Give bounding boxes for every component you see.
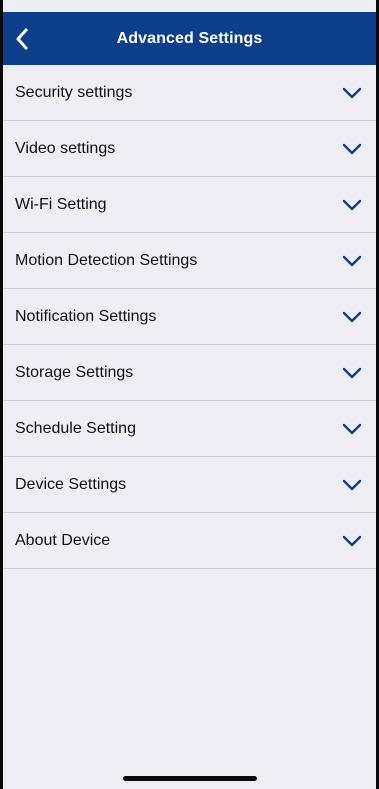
settings-row-label: Notification Settings — [15, 307, 157, 325]
page-title: Advanced Settings — [116, 29, 263, 47]
back-button[interactable] — [15, 12, 59, 65]
chevron-down-icon[interactable] — [340, 197, 364, 213]
settings-row-label: Wi-Fi Setting — [15, 195, 107, 213]
settings-row-label: Motion Detection Settings — [15, 251, 198, 269]
settings-row-label: Storage Settings — [15, 363, 134, 381]
chevron-down-icon[interactable] — [340, 477, 364, 493]
settings-row-label: Video settings — [15, 139, 116, 157]
settings-row-label: About Device — [15, 531, 111, 549]
chevron-down-icon[interactable] — [340, 421, 364, 437]
settings-list: Security settings Video settings Wi-Fi S… — [3, 65, 376, 569]
chevron-down-icon[interactable] — [340, 533, 364, 549]
settings-row-label: Security settings — [15, 83, 133, 101]
settings-row-schedule[interactable]: Schedule Setting — [3, 401, 376, 457]
settings-row-device[interactable]: Device Settings — [3, 457, 376, 513]
chevron-down-icon[interactable] — [340, 253, 364, 269]
nav-header: Advanced Settings — [3, 12, 376, 65]
settings-row-notification[interactable]: Notification Settings — [3, 289, 376, 345]
settings-row-label: Schedule Setting — [15, 419, 136, 437]
settings-row-video[interactable]: Video settings — [3, 121, 376, 177]
settings-row-wifi[interactable]: Wi-Fi Setting — [3, 177, 376, 233]
chevron-down-icon[interactable] — [340, 365, 364, 381]
home-indicator[interactable] — [122, 776, 257, 781]
settings-row-about-device[interactable]: About Device — [3, 513, 376, 569]
settings-row-storage[interactable]: Storage Settings — [3, 345, 376, 401]
settings-row-security[interactable]: Security settings — [3, 65, 376, 121]
chevron-down-icon[interactable] — [340, 85, 364, 101]
chevron-down-icon[interactable] — [340, 309, 364, 325]
chevron-left-icon — [15, 28, 29, 50]
settings-row-motion-detection[interactable]: Motion Detection Settings — [3, 233, 376, 289]
chevron-down-icon[interactable] — [340, 141, 364, 157]
app-screen: Advanced Settings Security settings Vide… — [0, 0, 379, 789]
settings-row-label: Device Settings — [15, 475, 127, 493]
